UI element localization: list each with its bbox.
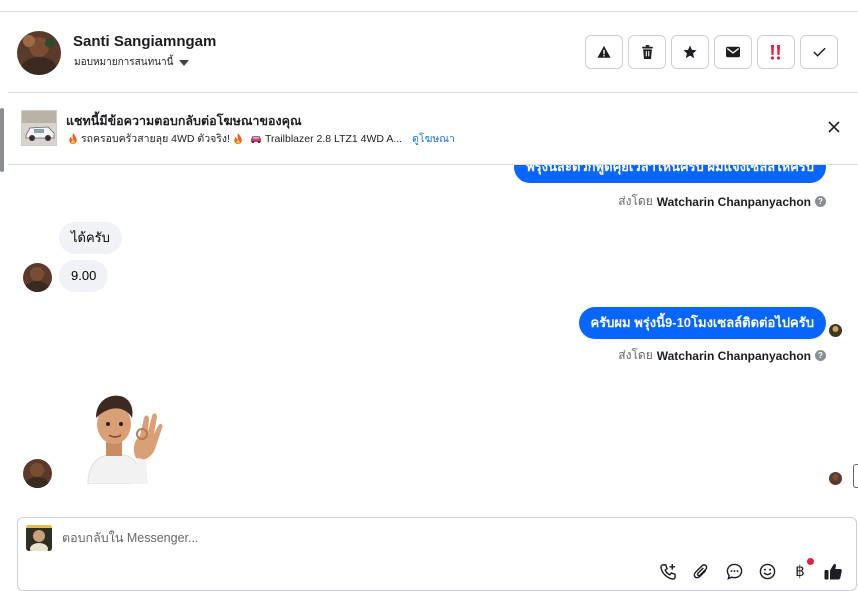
mark-done-button[interactable] (800, 35, 838, 69)
call-button[interactable] (657, 560, 679, 582)
ad-text-1: รถครอบครัวสายลุย 4WD ตัวจริง! (81, 133, 230, 145)
assign-label: มอบหมายการสนทนานี้ (74, 57, 174, 68)
delete-button[interactable] (628, 35, 666, 69)
close-banner-button[interactable] (826, 119, 842, 135)
message-thread[interactable]: พรุ่งนี้สะดวกพูดคุยเวลาไหนครับ ผมแจ้งเซล… (8, 165, 858, 510)
sent-by-prefix: ส่งโดย (618, 348, 653, 362)
fire-icon (69, 133, 77, 144)
ok-hand-sticker[interactable] (78, 388, 164, 485)
contact-name[interactable]: Santi Sangiamngam (73, 33, 216, 50)
conversation-header: Santi Sangiamngam มอบหมายการสนทนานี้ (8, 13, 858, 93)
like-button[interactable] (822, 560, 844, 582)
emoji-icon (759, 563, 775, 579)
payment-button[interactable]: ฿ (789, 558, 814, 582)
notification-dot (807, 558, 814, 565)
read-receipt-avatar (829, 324, 842, 337)
contact-avatar[interactable] (17, 31, 61, 75)
ad-reply-banner: แชทนี้มีข้อความตอบกลับต่อโฆษณาของคุณ รถค… (8, 93, 858, 165)
outgoing-message[interactable]: ครับผม พรุ่งนี้9-10โมงเซลล์ติดต่อไปครับ (578, 307, 826, 339)
help-icon[interactable]: ? (815, 196, 826, 207)
caret-down-icon (179, 59, 190, 66)
baht-icon: ฿ (795, 562, 805, 580)
message-input[interactable] (62, 528, 662, 548)
incoming-message[interactable]: ได้ครับ (59, 222, 122, 254)
incoming-message[interactable]: 9.00 (59, 260, 109, 292)
view-ad-link[interactable]: ดูโฆษณา (412, 130, 455, 147)
chat-bubble-icon (726, 563, 742, 580)
ad-text-2: Trailblazer 2.8 LTZ1 4WD A... (264, 132, 403, 145)
composer-toolbar: ฿ (657, 558, 844, 582)
sent-by-prefix: ส่งโดย (618, 194, 653, 208)
warning-icon (597, 45, 611, 58)
outgoing-message[interactable]: พรุ่งนี้สะดวกพูดคุยเวลาไหนครับ ผมแจ้งเซล… (514, 165, 826, 183)
emoji-button[interactable] (756, 560, 778, 582)
fire-icon (234, 133, 242, 144)
saved-replies-button[interactable] (723, 560, 745, 582)
assign-conversation-dropdown[interactable]: มอบหมายการสนทนานี้ (74, 55, 190, 70)
ad-banner-title: แชทนี้มีข้อความตอบกลับต่อโฆษณาของคุณ (66, 114, 302, 128)
read-receipt-avatar (829, 472, 842, 485)
mail-icon (726, 46, 740, 58)
spam-icon (770, 45, 781, 60)
call-add-icon (659, 563, 676, 580)
thumbs-up-icon (824, 563, 842, 579)
star-icon (683, 45, 697, 59)
sent-by-label: ส่งโดย Watcharin Chanpanyachon ? (618, 346, 826, 365)
left-scrollbar[interactable] (0, 108, 4, 172)
reply-composer: ฿ (17, 517, 857, 591)
contact-avatar-small (23, 263, 52, 292)
ad-banner-text: รถครอบครัวสายลุย 4WD ตัวจริง! Trailblaze… (68, 130, 455, 147)
sent-by-label: ส่งโดย Watcharin Chanpanyachon ? (618, 192, 826, 211)
mail-button[interactable] (714, 35, 752, 69)
attach-button[interactable] (690, 560, 712, 582)
attach-icon (693, 563, 708, 578)
check-icon (812, 47, 826, 57)
sent-by-name: Watcharin Chanpanyachon (656, 348, 811, 363)
header-actions (585, 35, 838, 69)
warning-button[interactable] (585, 35, 623, 69)
car-icon (250, 136, 261, 143)
close-icon (828, 121, 840, 133)
page-avatar (26, 525, 52, 551)
star-button[interactable] (671, 35, 709, 69)
scroll-handle[interactable] (853, 464, 858, 488)
help-icon[interactable]: ? (815, 350, 826, 361)
trash-icon (641, 45, 653, 59)
top-strip (0, 0, 858, 12)
contact-avatar-small (23, 459, 52, 488)
ad-thumbnail[interactable] (21, 110, 57, 146)
sent-by-name: Watcharin Chanpanyachon (656, 194, 811, 209)
spam-button[interactable] (757, 35, 795, 69)
